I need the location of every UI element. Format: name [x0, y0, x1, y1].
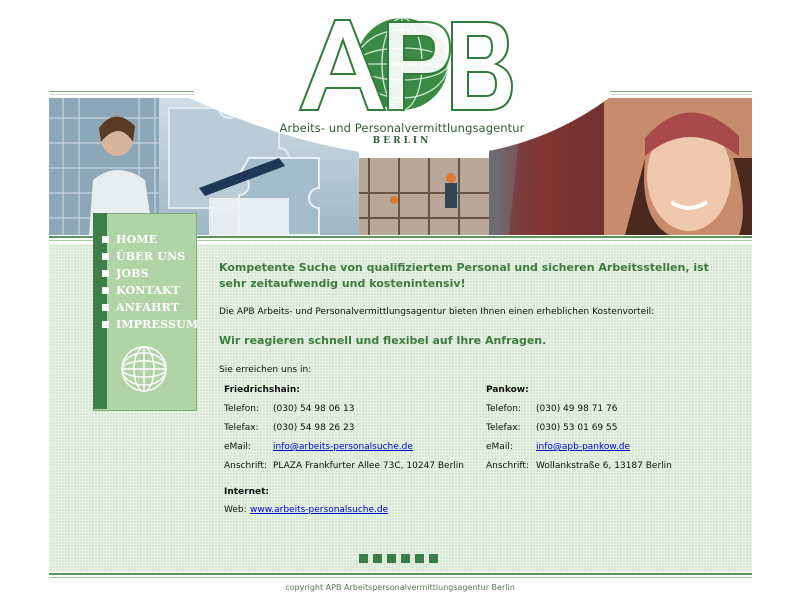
pankow-title: Pankow:: [486, 385, 529, 395]
nav-item-label: ÜBER UNS: [116, 250, 186, 263]
fax-value: (030) 53 01 69 55: [536, 423, 618, 433]
menu-bullet-icon: [102, 253, 109, 260]
menu-bullet-icon: [102, 270, 109, 277]
website-link[interactable]: www.arbeits-personalsuche.de: [250, 505, 388, 515]
menu-bullet-icon: [102, 236, 109, 243]
phone-value: (030) 54 98 06 13: [273, 404, 355, 414]
intro-text: Die APB Arbeits- und Personalvermittlung…: [219, 307, 655, 317]
phone-value: (030) 49 98 71 76: [536, 404, 618, 414]
email-label: eMail:: [224, 442, 251, 452]
menu-bullet-icon: [102, 321, 109, 328]
header-line-left: [49, 91, 194, 92]
header-line-right-light: [610, 94, 752, 95]
square-icon: [359, 554, 368, 563]
footer-rule-dark: [49, 573, 752, 575]
nav-item-ueber-uns[interactable]: ÜBER UNS: [102, 248, 202, 265]
apb-logo[interactable]: [290, 12, 520, 118]
footer-copyright: copyright APB Arbeitspersonalvermittlung…: [285, 583, 515, 592]
header-line-left-light: [49, 94, 194, 95]
nav-item-label: ANFAHRT: [116, 301, 180, 314]
square-icon: [387, 554, 396, 563]
email-link-friedrichshain[interactable]: info@arbeits-personalsuche.de: [273, 442, 413, 452]
decorative-squares: [359, 554, 438, 563]
address-value: Wollankstraße 6, 13187 Berlin: [536, 461, 672, 471]
fax-label: Telefax:: [224, 423, 259, 433]
nav-item-jobs[interactable]: JOBS: [102, 265, 202, 282]
web-label: Web:: [224, 505, 247, 515]
internet-title: Internet:: [224, 487, 270, 497]
nav-item-impressum[interactable]: IMPRESSUM: [102, 316, 202, 333]
nav-item-label: JOBS: [116, 267, 149, 280]
globe-icon: [120, 345, 168, 397]
nav-item-home[interactable]: HOME: [102, 231, 202, 248]
footer-rule-light: [49, 577, 752, 578]
email-link-pankow[interactable]: info@apb-pankow.de: [536, 442, 630, 452]
menu-bullet-icon: [102, 287, 109, 294]
reach-text: Sie erreichen uns in:: [219, 365, 312, 375]
square-icon: [373, 554, 382, 563]
fax-value: (030) 54 98 26 23: [273, 423, 355, 433]
nav-item-anfahrt[interactable]: ANFAHRT: [102, 299, 202, 316]
main-navigation: HOME ÜBER UNS JOBS KONTAKT ANFAHRT IMPRE…: [102, 231, 202, 333]
address-value: PLAZA Frankfurter Allee 73C, 10247 Berli…: [273, 461, 464, 471]
secondary-headline: Wir reagieren schnell und flexibel auf I…: [219, 334, 547, 347]
header-line-right: [610, 91, 752, 92]
address-label: Anschrift:: [486, 461, 529, 471]
square-icon: [429, 554, 438, 563]
globe-logo-icon: [298, 17, 514, 111]
address-label: Anschrift:: [224, 461, 267, 471]
menu-bullet-icon: [102, 304, 109, 311]
square-icon: [401, 554, 410, 563]
nav-item-kontakt[interactable]: KONTAKT: [102, 282, 202, 299]
nav-item-label: KONTAKT: [116, 284, 181, 297]
square-icon: [415, 554, 424, 563]
phone-label: Telefon:: [486, 404, 521, 414]
friedrichshain-title: Friedrichshain:: [224, 385, 300, 395]
fax-label: Telefax:: [486, 423, 521, 433]
logo-subtitle: Arbeits- und Personalvermittlungsagentur: [279, 121, 525, 135]
email-label: eMail:: [486, 442, 513, 452]
logo-city: BERLIN: [372, 136, 432, 146]
nav-item-label: HOME: [116, 233, 158, 246]
main-headline: Kompetente Suche von qualifiziertem Pers…: [219, 261, 709, 290]
nav-item-label: IMPRESSUM: [116, 318, 199, 331]
phone-label: Telefon:: [224, 404, 259, 414]
